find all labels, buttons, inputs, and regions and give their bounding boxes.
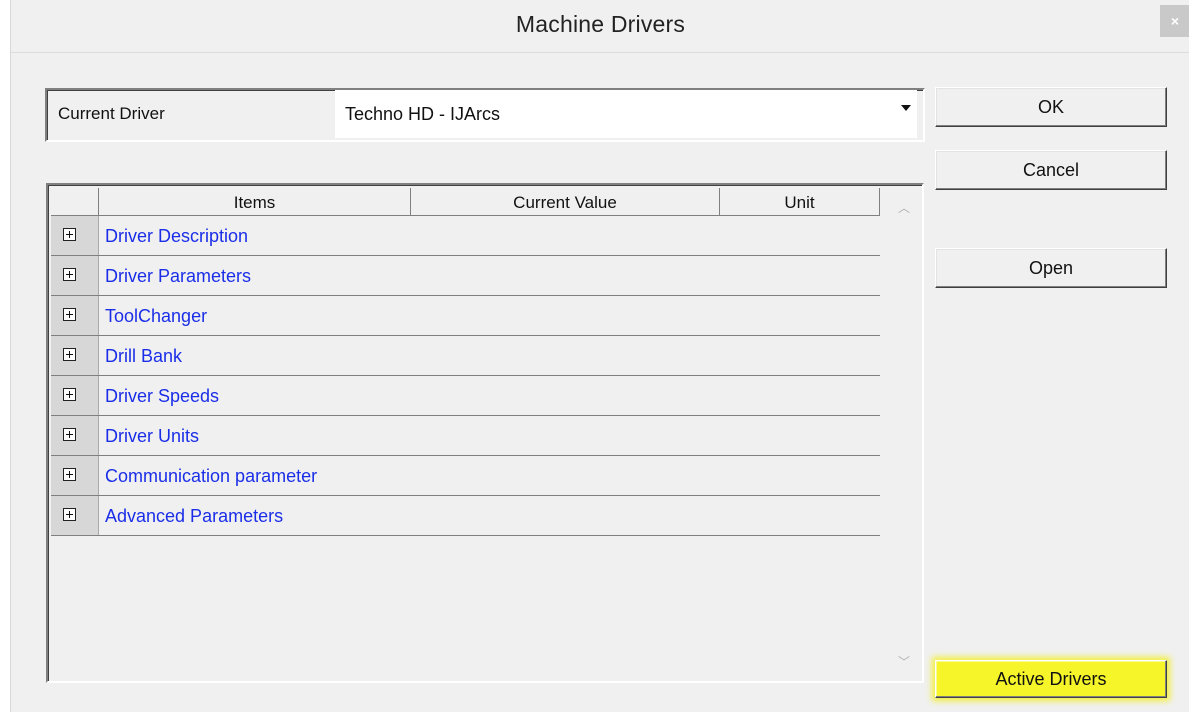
row-expander-cell — [51, 216, 99, 255]
header-current-value[interactable]: Current Value — [411, 188, 720, 216]
header-corner — [51, 188, 99, 216]
plus-box-icon[interactable] — [63, 468, 76, 481]
plus-box-icon[interactable] — [63, 508, 76, 521]
grid-row-driver-units[interactable]: Driver Units — [51, 416, 880, 456]
row-label: Communication parameter — [105, 466, 318, 486]
plus-box-icon[interactable] — [63, 228, 76, 241]
row-label: ToolChanger — [105, 306, 208, 326]
row-expander-cell — [51, 336, 99, 375]
grid-row-driver-speeds[interactable]: Driver Speeds — [51, 376, 880, 416]
grid-row-driver-parameters[interactable]: Driver Parameters — [51, 256, 880, 296]
active-drivers-button[interactable]: Active Drivers — [935, 660, 1167, 698]
title-bar: Machine Drivers × — [11, 0, 1189, 53]
header-items[interactable]: Items — [99, 188, 411, 216]
current-driver-value: Techno HD - IJArcs — [345, 104, 501, 124]
plus-box-icon[interactable] — [63, 268, 76, 281]
row-expander-cell — [51, 376, 99, 415]
grid-header: Items Current Value Unit — [51, 188, 880, 216]
grid-row-drill-bank[interactable]: Drill Bank — [51, 336, 880, 376]
row-label: Driver Units — [105, 426, 200, 446]
row-expander-cell — [51, 416, 99, 455]
dropdown-arrow-icon[interactable] — [901, 105, 911, 111]
row-label: Driver Speeds — [105, 386, 220, 406]
current-driver-label: Current Driver — [58, 104, 165, 123]
open-button[interactable]: Open — [935, 248, 1167, 288]
cancel-button[interactable]: Cancel — [935, 150, 1167, 190]
row-label: Driver Description — [105, 226, 249, 246]
header-unit[interactable]: Unit — [720, 188, 880, 216]
row-expander-cell — [51, 496, 99, 535]
grid-row-driver-description[interactable]: Driver Description — [51, 216, 880, 256]
row-expander-cell — [51, 456, 99, 495]
dialog-title: Machine Drivers — [515, 11, 686, 37]
driver-properties-grid: Items Current Value Unit Driver Descript… — [46, 183, 924, 683]
row-label: Drill Bank — [105, 346, 183, 366]
chevron-up-icon[interactable]: ︿ — [898, 202, 910, 214]
current-driver-field: Current Driver Techno HD - IJArcs — [45, 88, 925, 142]
grid-row-communication-parameter[interactable]: Communication parameter — [51, 456, 880, 496]
current-driver-select[interactable]: Techno HD - IJArcs — [335, 90, 917, 138]
machine-drivers-dialog: Machine Drivers × Current Driver Techno … — [10, 0, 1189, 712]
plus-box-icon[interactable] — [63, 388, 76, 401]
row-label: Driver Parameters — [105, 266, 252, 286]
plus-box-icon[interactable] — [63, 348, 76, 361]
row-expander-cell — [51, 256, 99, 295]
row-label: Advanced Parameters — [105, 506, 284, 526]
plus-box-icon[interactable] — [63, 428, 76, 441]
grid-row-advanced-parameters[interactable]: Advanced Parameters — [51, 496, 880, 536]
row-expander-cell — [51, 296, 99, 335]
plus-box-icon[interactable] — [63, 308, 76, 321]
grid-scrollbar[interactable]: ︿ ﹀ — [885, 188, 922, 678]
grid-row-toolchanger[interactable]: ToolChanger — [51, 296, 880, 336]
close-button[interactable]: × — [1160, 5, 1189, 37]
ok-button[interactable]: OK — [935, 87, 1167, 127]
chevron-down-icon[interactable]: ﹀ — [898, 656, 910, 668]
